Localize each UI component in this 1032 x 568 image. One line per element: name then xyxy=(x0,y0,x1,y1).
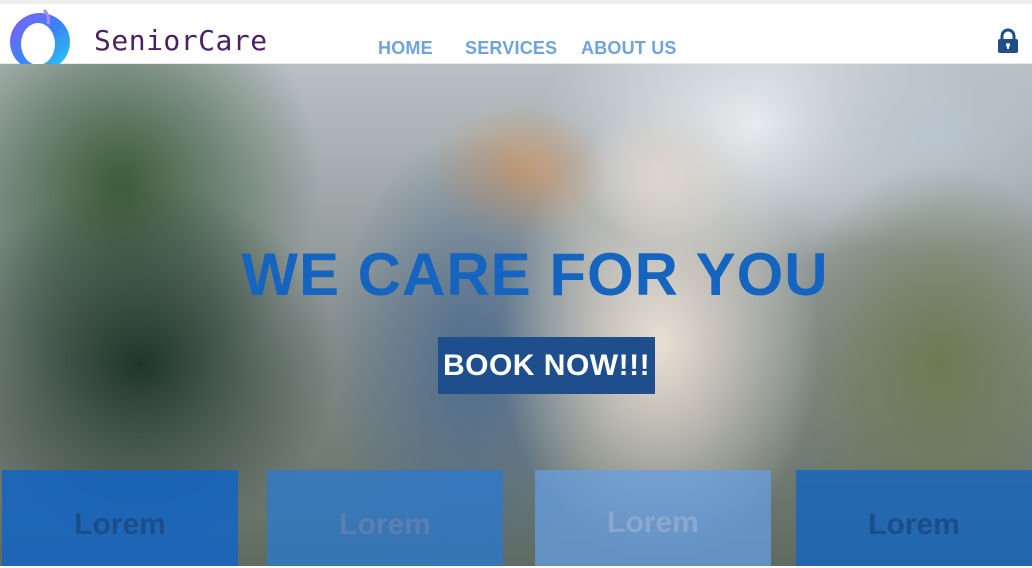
service-card-label: Lorem xyxy=(74,508,166,541)
book-now-button[interactable]: BOOK NOW!!! xyxy=(438,337,655,394)
hero-section: WE CARE FOR YOU BOOK NOW!!! Lorem Lorem … xyxy=(0,64,1032,566)
nav-about-us[interactable]: ABOUT US xyxy=(581,38,677,59)
service-card-label: Lorem xyxy=(868,508,960,541)
nav-services[interactable]: SERVICES xyxy=(465,38,557,59)
service-card-label: Lorem xyxy=(607,506,699,539)
service-card-label: Lorem xyxy=(339,508,431,541)
brand-name[interactable]: SeniorCare xyxy=(94,24,268,57)
site-header: SeniorCare HOME SERVICES ABOUT US xyxy=(0,0,1032,71)
nav-home[interactable]: HOME xyxy=(378,38,433,59)
service-card-3[interactable]: Lorem xyxy=(535,470,771,566)
service-card-1[interactable]: Lorem xyxy=(2,470,238,566)
service-card-4[interactable]: Lorem xyxy=(796,470,1032,566)
lock-icon[interactable] xyxy=(997,28,1019,54)
hero-title: WE CARE FOR YOU xyxy=(241,241,829,308)
service-card-2[interactable]: Lorem xyxy=(267,470,503,566)
